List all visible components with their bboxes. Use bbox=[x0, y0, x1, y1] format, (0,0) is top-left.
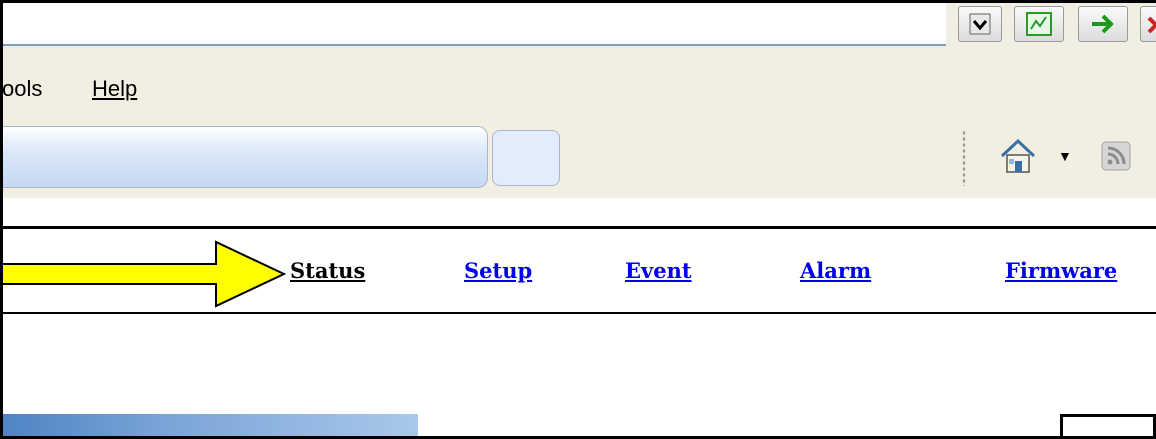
navigation-toolbar: ▼ bbox=[0, 122, 1156, 199]
red-x-icon bbox=[1147, 16, 1156, 34]
address-dropdown-button[interactable] bbox=[958, 6, 1002, 42]
home-icon[interactable] bbox=[998, 136, 1038, 176]
go-icon bbox=[1026, 12, 1052, 36]
menu-help[interactable]: Help bbox=[92, 76, 137, 102]
search-button[interactable] bbox=[492, 130, 560, 186]
nav-link-event[interactable]: Event bbox=[625, 258, 692, 283]
nav-link-firmware[interactable]: Firmware bbox=[1005, 258, 1117, 283]
content-top-strip bbox=[0, 198, 1156, 228]
yellow-pointer-arrow-icon bbox=[0, 240, 287, 308]
content-panel bbox=[1060, 414, 1156, 439]
address-bar-row bbox=[0, 0, 1156, 59]
chevron-down-icon bbox=[969, 13, 991, 35]
nav-link-setup[interactable]: Setup bbox=[464, 258, 532, 283]
menu-bar: ools Help bbox=[0, 58, 1156, 123]
nav-link-alarm[interactable]: Alarm bbox=[800, 258, 871, 283]
blue-banner-image bbox=[0, 414, 418, 439]
address-input[interactable] bbox=[0, 0, 946, 46]
stop-button[interactable] bbox=[1140, 6, 1156, 42]
nav-link-status[interactable]: Status bbox=[290, 258, 365, 283]
menu-help-label: Help bbox=[92, 76, 138, 101]
green-arrow-icon bbox=[1092, 14, 1114, 34]
page-top-divider bbox=[0, 226, 1156, 229]
toolbar-grip[interactable] bbox=[962, 130, 966, 186]
go-button[interactable] bbox=[1014, 6, 1064, 42]
menu-tools[interactable]: ools bbox=[2, 76, 42, 102]
navigate-arrow-button[interactable] bbox=[1078, 6, 1128, 42]
rss-feed-icon[interactable] bbox=[1100, 140, 1132, 172]
nav-divider bbox=[0, 312, 1156, 314]
home-dropdown-icon[interactable]: ▼ bbox=[1058, 148, 1072, 164]
search-box[interactable] bbox=[0, 126, 488, 188]
